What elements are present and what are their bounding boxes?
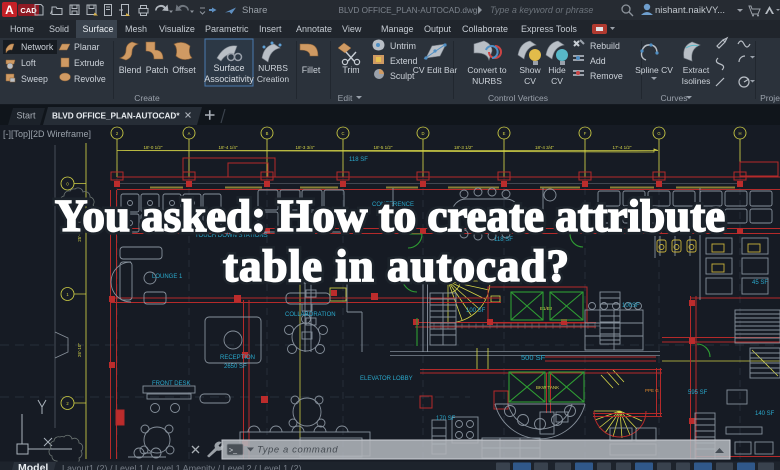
svg-text:Remove: Remove (590, 71, 623, 81)
svg-text:595 SF: 595 SF (688, 390, 708, 396)
svg-text:Offset: Offset (172, 65, 196, 75)
svg-text:26'-10": 26'-10" (77, 343, 82, 357)
svg-text:Extract: Extract (683, 65, 710, 75)
svg-text:100 SF: 100 SF (466, 308, 486, 314)
svg-text:Start: Start (16, 111, 36, 121)
svg-text:Model: Model (18, 462, 48, 470)
svg-text:BLVD OFFICE_PLAN-AUTOCAD.dwg: BLVD OFFICE_PLAN-AUTOCAD.dwg (339, 6, 478, 15)
svg-text:A: A (5, 3, 14, 17)
svg-text:CV Edit Bar: CV Edit Bar (413, 65, 458, 75)
svg-text:500 SF: 500 SF (521, 353, 546, 362)
svg-text:H: H (738, 131, 741, 136)
svg-text:Parametric: Parametric (205, 24, 249, 34)
svg-text:18'-4 3/4": 18'-4 3/4" (535, 145, 554, 150)
svg-text:Patch: Patch (146, 65, 169, 75)
svg-text:Edit: Edit (338, 93, 353, 103)
svg-text:BKW TANK: BKW TANK (536, 385, 559, 390)
svg-text:17'-4 1/2": 17'-4 1/2" (613, 145, 632, 150)
svg-text:170 SF: 170 SF (436, 416, 456, 422)
svg-text:G: G (657, 131, 660, 136)
svg-text:Sculpt: Sculpt (390, 71, 415, 81)
svg-text:Loft: Loft (21, 58, 36, 68)
svg-text:Surface: Surface (83, 24, 114, 34)
svg-text:Isolines: Isolines (682, 76, 711, 86)
svg-text:NURBS: NURBS (472, 76, 502, 86)
svg-text:Solid: Solid (49, 24, 69, 34)
svg-text:NURBS: NURBS (258, 63, 288, 73)
svg-text:18'-4 1/4": 18'-4 1/4" (219, 145, 238, 150)
svg-text:BLVD OFFICE_PLAN-AUTOCAD*: BLVD OFFICE_PLAN-AUTOCAD* (52, 112, 180, 121)
svg-text:Spline CV: Spline CV (635, 65, 673, 75)
svg-text:Type a command: Type a command (257, 445, 338, 456)
svg-text:Convert to: Convert to (467, 65, 506, 75)
svg-text:CV: CV (524, 76, 536, 86)
svg-text:Extrude: Extrude (74, 58, 104, 68)
svg-text:Rebuild: Rebuild (590, 41, 620, 51)
svg-text:Output: Output (424, 24, 452, 34)
svg-text:Associativity: Associativity (204, 74, 254, 84)
svg-text:Network: Network (21, 42, 54, 52)
svg-text:F: F (584, 131, 587, 136)
svg-text:Annotate: Annotate (296, 24, 332, 34)
svg-text:Express Tools: Express Tools (521, 24, 577, 34)
svg-text:Surface: Surface (213, 63, 244, 73)
svg-text:Blend: Blend (119, 65, 142, 75)
svg-text:A: A (188, 131, 191, 136)
svg-text:18'-5 1/2": 18'-5 1/2" (374, 145, 393, 150)
svg-text:B: B (266, 131, 269, 136)
svg-text:ELEVATOR LOBBY: ELEVATOR LOBBY (360, 376, 413, 382)
svg-text:Creation: Creation (257, 74, 289, 84)
svg-text:C: C (341, 131, 344, 136)
svg-text:18'-3 3/4": 18'-3 3/4" (296, 145, 315, 150)
svg-text:Type a keyword or phrase: Type a keyword or phrase (490, 5, 593, 15)
svg-text:>_: >_ (229, 448, 237, 455)
svg-text:E1/E2: E1/E2 (540, 306, 553, 311)
svg-text:Fillet: Fillet (302, 65, 321, 75)
svg-text:Control Vertices: Control Vertices (488, 93, 548, 103)
svg-text:COLLABORATION: COLLABORATION (285, 312, 336, 318)
svg-text:18'-3 1/2": 18'-3 1/2" (454, 145, 473, 150)
svg-text:Show: Show (519, 65, 541, 75)
svg-text:140 SF: 140 SF (755, 411, 775, 417)
svg-text:RECEPTION: RECEPTION (220, 355, 255, 361)
svg-text:nishant.naikVY...: nishant.naikVY... (655, 5, 725, 16)
svg-text:[-][Top][2D Wireframe]: [-][Top][2D Wireframe] (3, 129, 91, 139)
svg-text:View: View (342, 24, 362, 34)
svg-text:100SF: 100SF (622, 303, 640, 309)
svg-text:FRONT DESK: FRONT DESK (152, 381, 191, 387)
svg-text:E: E (503, 131, 506, 136)
svg-text:Insert: Insert (259, 24, 282, 34)
svg-text:Sweep: Sweep (21, 74, 48, 84)
svg-text:PPE G: PPE G (645, 388, 659, 393)
svg-text:Visualize: Visualize (159, 24, 195, 34)
svg-text:Revolve: Revolve (74, 74, 106, 84)
svg-text:Hide: Hide (548, 65, 566, 75)
svg-text:18'-0 1/2": 18'-0 1/2" (144, 145, 163, 150)
svg-text:Trim: Trim (342, 65, 359, 75)
svg-text:Mesh: Mesh (125, 24, 147, 34)
svg-text:Create: Create (134, 93, 160, 103)
svg-text:CV: CV (551, 76, 563, 86)
svg-text:118 SF: 118 SF (349, 157, 368, 163)
svg-text:Untrim: Untrim (390, 41, 416, 51)
svg-text:Curves: Curves (661, 93, 688, 103)
svg-text:2650 SF: 2650 SF (224, 364, 247, 370)
svg-text:Manage: Manage (381, 24, 414, 34)
svg-text:Layout1 (2) / Level 1 / Le: Layout1 (2) / Level 1 / Level 1 Amenity … (62, 464, 302, 470)
svg-text:Proje: Proje (760, 93, 780, 103)
svg-text:Home: Home (10, 24, 34, 34)
svg-text:Planar: Planar (74, 42, 99, 52)
svg-text:D: D (421, 131, 424, 136)
svg-text:Share: Share (242, 5, 267, 16)
svg-text:Add: Add (590, 56, 606, 66)
svg-text:Collaborate: Collaborate (462, 24, 508, 34)
